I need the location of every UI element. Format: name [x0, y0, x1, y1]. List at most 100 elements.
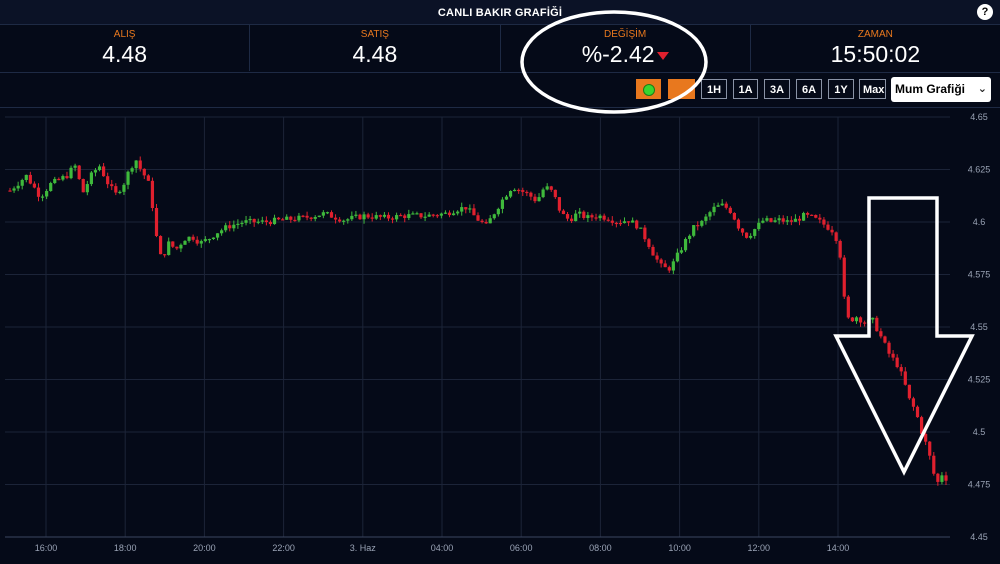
candle-body: [77, 165, 81, 179]
candle-body: [36, 187, 41, 197]
candle-body: [504, 196, 509, 200]
candle-body: [240, 222, 244, 225]
candle-body: [842, 257, 846, 297]
candle-body: [586, 215, 590, 219]
candle-body: [407, 214, 411, 218]
candle-body: [423, 216, 427, 218]
candle-body: [496, 208, 500, 215]
candle-body: [146, 175, 150, 181]
candle-body: [838, 240, 842, 258]
annotation-down-arrow-icon: [833, 196, 975, 476]
candle-body: [346, 219, 350, 221]
candle-body: [716, 205, 720, 207]
candle-body: [57, 178, 61, 181]
candle-body: [863, 322, 867, 324]
candle-body: [915, 406, 920, 418]
candle-body: [521, 190, 525, 192]
candle-body: [195, 239, 199, 244]
candle-body: [903, 371, 907, 385]
candle-body: [276, 217, 281, 220]
candle-body: [683, 238, 688, 251]
candle-body: [476, 215, 480, 221]
candle-body: [854, 317, 859, 322]
candle-body: [679, 250, 684, 253]
candle-body: [907, 384, 911, 399]
y-tick-label: 4.575: [968, 270, 991, 280]
candle-body: [814, 215, 818, 218]
candle-body: [667, 267, 671, 271]
candle-body: [618, 222, 623, 225]
candle-body: [118, 191, 122, 194]
candle-body: [879, 331, 883, 337]
candle-body: [395, 215, 399, 220]
candle-body: [93, 170, 98, 173]
candle-body: [944, 475, 948, 481]
candle-body: [211, 237, 216, 240]
candle-body: [688, 235, 692, 239]
y-tick-label: 4.65: [970, 112, 988, 122]
candle-body: [333, 217, 338, 220]
candle-body: [150, 180, 155, 208]
overlays: [520, 10, 975, 476]
candle-body: [671, 261, 675, 271]
candle-body: [789, 220, 793, 222]
candle-body: [20, 179, 24, 186]
candle-body: [256, 221, 260, 223]
candle-body: [468, 208, 472, 210]
x-tick-label: 20:00: [193, 543, 216, 553]
candle-body: [329, 212, 334, 218]
candle-body: [891, 353, 895, 358]
candle-body: [834, 232, 838, 241]
candle-body: [911, 398, 916, 407]
x-tick-label: 12:00: [748, 543, 771, 553]
candle-body: [45, 191, 49, 197]
candle-body: [61, 176, 65, 180]
candle-body: [134, 160, 138, 169]
candle-body: [130, 168, 134, 172]
candle-body: [712, 206, 716, 213]
candle-body: [114, 186, 118, 193]
candle-body: [744, 232, 749, 238]
candle-body: [508, 190, 513, 197]
candle-body: [582, 211, 586, 219]
candle-body: [537, 197, 541, 202]
x-tick-label: 16:00: [35, 543, 58, 553]
candle-body: [533, 196, 537, 202]
candle-body: [12, 188, 16, 191]
candle-body: [228, 225, 232, 229]
candle-body: [936, 473, 940, 482]
candle-body: [631, 220, 635, 223]
candle-body: [570, 218, 574, 222]
candle-body: [663, 263, 667, 268]
candle-body: [272, 217, 277, 225]
candle-body: [565, 214, 570, 219]
candle-body: [370, 217, 374, 219]
candle-body: [777, 218, 781, 221]
candle-body: [753, 229, 757, 236]
candle-body: [8, 190, 12, 192]
x-tick-label: 3. Haz: [350, 543, 377, 553]
candle-body: [85, 184, 89, 193]
candle-body: [65, 176, 69, 179]
y-tick-label: 4.525: [968, 375, 991, 385]
candle-body: [769, 218, 773, 222]
candle-body: [122, 184, 126, 192]
chart-grid: [5, 116, 950, 538]
candle-body: [69, 167, 73, 179]
x-axis-ticks: 16:00 18:00 20:00 22:00 3. Haz 04:00 06:00 08:0…: [35, 543, 850, 553]
candle-body: [883, 336, 887, 343]
candle-body: [810, 214, 814, 216]
candle-body: [142, 168, 146, 176]
candle-body: [97, 166, 102, 171]
candle-body: [289, 216, 293, 220]
candle-body: [525, 191, 529, 194]
candle-body: [191, 236, 195, 240]
candle-body: [793, 218, 798, 222]
candle-body: [138, 160, 142, 169]
candle-body: [244, 220, 248, 223]
candle-body: [728, 207, 732, 213]
candle-body: [106, 176, 110, 185]
candle-body: [757, 222, 761, 230]
candle-body: [354, 214, 358, 216]
candle-body: [342, 220, 346, 222]
